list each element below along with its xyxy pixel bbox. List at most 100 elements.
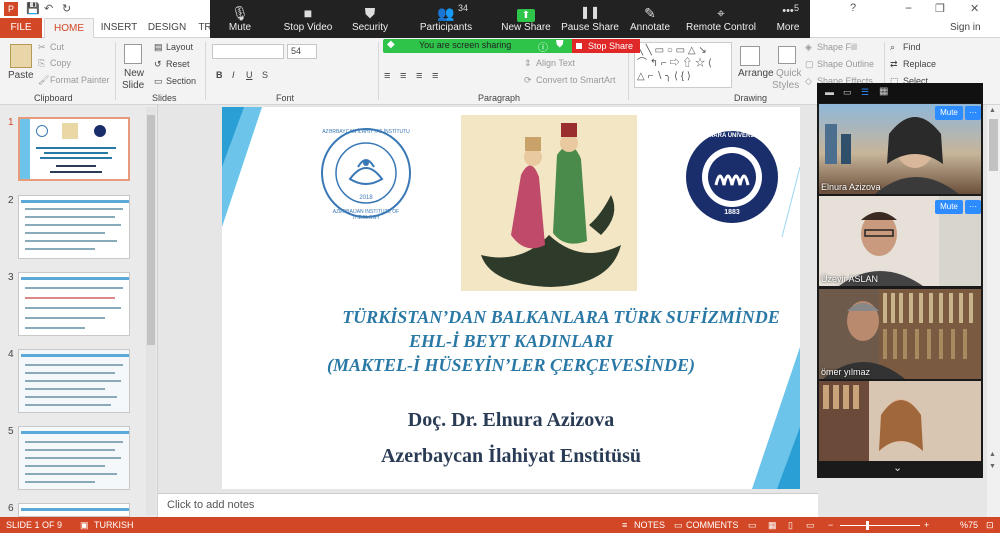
reset-button[interactable]: Reset (166, 59, 190, 69)
zoom-in-icon[interactable]: + (924, 520, 929, 530)
redo-icon[interactable]: ↻ (62, 2, 71, 15)
thumbnail-scroll-thumb[interactable] (147, 115, 155, 345)
section-button[interactable]: Section (166, 76, 196, 86)
slide-title-line1[interactable]: TÜRKİSTAN’DAN BALKANLARA TÜRK SUFİZMİNDE (272, 307, 800, 328)
prev-slide-icon[interactable]: ▲ (989, 451, 996, 458)
align-center-icon[interactable]: ≡ (400, 70, 406, 82)
chevron-down-icon[interactable]: ⌄ (893, 461, 902, 474)
convert-smartart-button[interactable]: Convert to SmartArt (536, 75, 616, 85)
find-icon[interactable]: ⌕ (890, 42, 895, 53)
comments-toggle[interactable]: COMMENTS (686, 520, 739, 530)
align-left-icon[interactable]: ≡ (384, 70, 390, 82)
shapes-gallery[interactable]: ╲ ╲ ▭ ○ ▭ △ ↘ ⌒ ↰ ⌐ ⇨ ⇧ ☆ ⟨ △ ⌐ ∖ ╮ ⟨ { … (634, 42, 732, 88)
layout-button[interactable]: Layout (166, 42, 193, 52)
participants-icon[interactable]: 👥 (406, 5, 486, 22)
tab-insert[interactable]: INSERT (98, 18, 140, 38)
format-painter-icon[interactable]: 🖌 (38, 75, 49, 86)
quick-styles-icon[interactable] (778, 46, 796, 64)
minimize-video-icon[interactable]: ▬ (825, 87, 834, 97)
slide-thumbnail-4[interactable] (18, 349, 130, 413)
normal-view-icon[interactable]: ▭ (748, 520, 757, 531)
reset-icon[interactable]: ↺ (154, 59, 162, 70)
slide-title-line3[interactable]: (MAKTEL-İ HÜSEYİN’LER ÇERÇEVESİNDE) (222, 355, 800, 376)
participant-tile[interactable]: Üzeyir ASLAN Mute ··· (819, 196, 981, 286)
zoom-slider[interactable] (840, 521, 920, 530)
participant-tile[interactable]: ömer yılmaz (819, 289, 981, 379)
curve-shape-icon[interactable]: △ ⌐ ∖ ╮ ⟨ { ⟩ (637, 71, 691, 82)
participant-mute-button[interactable]: Mute (935, 200, 963, 214)
paste-icon[interactable] (10, 44, 32, 68)
zoom-slider-thumb[interactable] (866, 521, 869, 530)
thumbnail-scrollbar[interactable] (146, 107, 156, 515)
notes-toggle[interactable]: NOTES (634, 520, 665, 530)
align-right-icon[interactable]: ≡ (416, 70, 422, 82)
slide-title-line2[interactable]: EHL-İ BEYT KADINLARI (222, 331, 800, 352)
more-button[interactable]: More (748, 22, 828, 33)
security-button[interactable]: Security (330, 22, 410, 33)
fit-slide-icon[interactable]: ⊡ (986, 520, 994, 531)
strip-view-icon[interactable]: ☰ (861, 87, 869, 98)
section-icon[interactable]: ▭ (154, 76, 163, 87)
sign-in-link[interactable]: Sign in (950, 22, 981, 33)
shield-check-icon[interactable]: ⛊ (556, 39, 564, 50)
format-painter-button[interactable]: Format Painter (50, 75, 110, 85)
participant-mute-button[interactable]: Mute (935, 106, 963, 120)
cut-icon[interactable]: ✂ (38, 42, 46, 53)
new-slide-button[interactable]: New (124, 68, 144, 79)
save-icon[interactable]: 💾 (26, 2, 40, 15)
replace-button[interactable]: Replace (903, 59, 936, 69)
shape-fill-icon[interactable]: ◈ (805, 42, 812, 53)
shape-outline-icon[interactable]: ▢ (805, 59, 814, 70)
underline-button[interactable]: U (246, 70, 253, 80)
cut-button[interactable]: Cut (50, 42, 64, 52)
tab-file[interactable]: FILE (0, 18, 42, 38)
pencil-icon[interactable]: ✎ (610, 5, 690, 22)
slide-author[interactable]: Doç. Dr. Elnura Azizova (222, 409, 800, 432)
tab-design[interactable]: DESIGN (146, 18, 188, 38)
zoom-out-icon[interactable]: − (828, 520, 833, 530)
slide-sorter-icon[interactable]: ▦ (768, 520, 777, 531)
help-button[interactable]: ? (850, 2, 856, 14)
copy-button[interactable]: Copy (50, 58, 71, 68)
gallery-view-icon[interactable]: ▦ (879, 86, 888, 97)
quick-styles-button[interactable]: Quick (776, 68, 802, 79)
font-size-select[interactable]: 54 (287, 44, 317, 59)
shape-outline-button[interactable]: Shape Outline (817, 59, 874, 69)
replace-icon[interactable]: ⇄ (890, 59, 898, 70)
slide-thumbnail-5[interactable] (18, 426, 130, 490)
smartart-icon[interactable]: ⟳ (524, 75, 532, 86)
annotate-button[interactable]: Annotate (610, 22, 690, 33)
notes-pane[interactable]: Click to add notes (158, 493, 818, 517)
align-text-button[interactable]: Align Text (536, 58, 575, 68)
paste-button[interactable]: Paste (8, 70, 34, 81)
arrange-button[interactable]: Arrange (738, 68, 774, 79)
notes-icon[interactable]: ≡ (622, 520, 627, 530)
slide-institute[interactable]: Azerbaycan İlahiyat Enstitüsü (222, 445, 800, 468)
arrange-icon[interactable] (740, 46, 760, 66)
bold-button[interactable]: B (216, 70, 223, 80)
zoom-level[interactable]: %75 (960, 520, 978, 530)
single-view-icon[interactable]: ▭ (843, 87, 852, 98)
reading-view-icon[interactable]: ▯ (788, 520, 793, 531)
minimize-button[interactable]: − (905, 1, 912, 15)
restore-button[interactable]: ❐ (935, 2, 945, 15)
slide-thumbnail-1[interactable] (18, 117, 130, 181)
more-icon[interactable]: ••• (748, 5, 828, 17)
shield-icon[interactable]: ⛊ (330, 5, 410, 22)
participant-tile[interactable] (819, 381, 981, 461)
tab-home[interactable]: HOME (44, 18, 94, 38)
slide-thumbnail-6[interactable] (18, 503, 130, 517)
language-indicator[interactable]: TURKISH (94, 520, 134, 530)
undo-icon[interactable]: ↶ (44, 2, 53, 15)
slide-thumbnail-3[interactable] (18, 272, 130, 336)
scroll-up-icon[interactable]: ▲ (989, 107, 996, 114)
spellcheck-icon[interactable]: ▣ (80, 520, 89, 531)
stop-share-button[interactable]: Stop Share (572, 39, 640, 53)
arrow-shape-icon[interactable]: ⌒ ↰ ⌐ ⇨ ⇧ ☆ ⟨ (637, 58, 712, 69)
align-text-icon[interactable]: ⇕ (524, 58, 532, 69)
participants-button[interactable]: Participants (406, 22, 486, 33)
italic-button[interactable]: I (232, 70, 235, 80)
font-name-select[interactable] (212, 44, 284, 59)
editor-scrollbar[interactable]: ▲ ▲ ▼ (987, 105, 1000, 517)
current-slide[interactable]: AZƏRBAYCAN İLAHİYYAT İNSTİTUTU AZERBAIJA… (222, 107, 800, 489)
